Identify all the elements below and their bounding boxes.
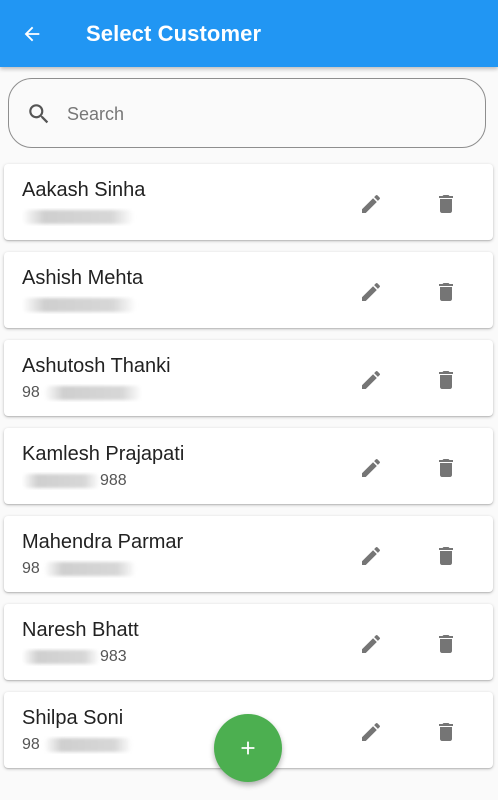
customer-name: Mahendra Parmar: [22, 531, 184, 553]
customer-phone: 988: [22, 472, 142, 490]
search-input[interactable]: [65, 97, 469, 131]
edit-button[interactable]: [355, 188, 387, 220]
customer-card[interactable]: Naresh Bhatt 983: [4, 604, 493, 680]
customer-card[interactable]: Aakash Sinha: [4, 164, 493, 240]
edit-button[interactable]: [355, 452, 387, 484]
edit-button[interactable]: [355, 364, 387, 396]
customer-phone: 983: [22, 648, 142, 666]
page-title: Select Customer: [86, 21, 262, 46]
add-customer-button[interactable]: [214, 714, 282, 782]
customer-name: Ashutosh Thanki: [22, 355, 171, 377]
pencil-icon: [362, 458, 381, 477]
customer-name: Aakash Sinha: [22, 179, 146, 201]
delete-button[interactable]: [430, 628, 462, 660]
customer-name: Kamlesh Prajapati: [22, 443, 185, 465]
trash-icon: [439, 547, 453, 565]
edit-button[interactable]: [355, 276, 387, 308]
customer-card[interactable]: Ashish Mehta: [4, 252, 493, 328]
delete-button[interactable]: [430, 452, 462, 484]
customer-card[interactable]: Ashutosh Thanki 98: [4, 340, 493, 416]
delete-button[interactable]: [430, 716, 462, 748]
trash-icon: [439, 723, 453, 741]
customer-card[interactable]: Kamlesh Prajapati 988: [4, 428, 493, 504]
arrow-back-icon: [24, 26, 40, 42]
edit-button[interactable]: [355, 716, 387, 748]
edit-button[interactable]: [355, 540, 387, 572]
pencil-icon: [362, 546, 381, 565]
trash-icon: [439, 195, 453, 213]
customer-phone: [22, 296, 142, 314]
customer-name: Ashish Mehta: [22, 267, 144, 289]
search-icon: [29, 104, 49, 124]
delete-button[interactable]: [430, 364, 462, 396]
customer-phone: 98: [22, 384, 142, 402]
back-button[interactable]: [14, 17, 50, 51]
customer-name: Shilpa Soni: [22, 707, 124, 729]
pencil-icon: [362, 722, 381, 741]
edit-button[interactable]: [355, 628, 387, 660]
app-bar: Select Customer: [0, 0, 498, 67]
pencil-icon: [362, 634, 381, 653]
pencil-icon: [362, 370, 381, 389]
plus-icon: [241, 741, 255, 755]
delete-button[interactable]: [430, 188, 462, 220]
delete-button[interactable]: [430, 540, 462, 572]
search-bar[interactable]: [8, 78, 486, 148]
trash-icon: [439, 635, 453, 653]
customer-phone: 98: [22, 736, 142, 754]
customer-phone: 98: [22, 560, 142, 578]
customer-name: Naresh Bhatt: [22, 619, 139, 641]
trash-icon: [439, 371, 453, 389]
trash-icon: [439, 459, 453, 477]
pencil-icon: [362, 194, 381, 213]
delete-button[interactable]: [430, 276, 462, 308]
pencil-icon: [362, 282, 381, 301]
customer-card[interactable]: Mahendra Parmar 98: [4, 516, 493, 592]
trash-icon: [439, 283, 453, 301]
customer-phone: [22, 208, 142, 226]
